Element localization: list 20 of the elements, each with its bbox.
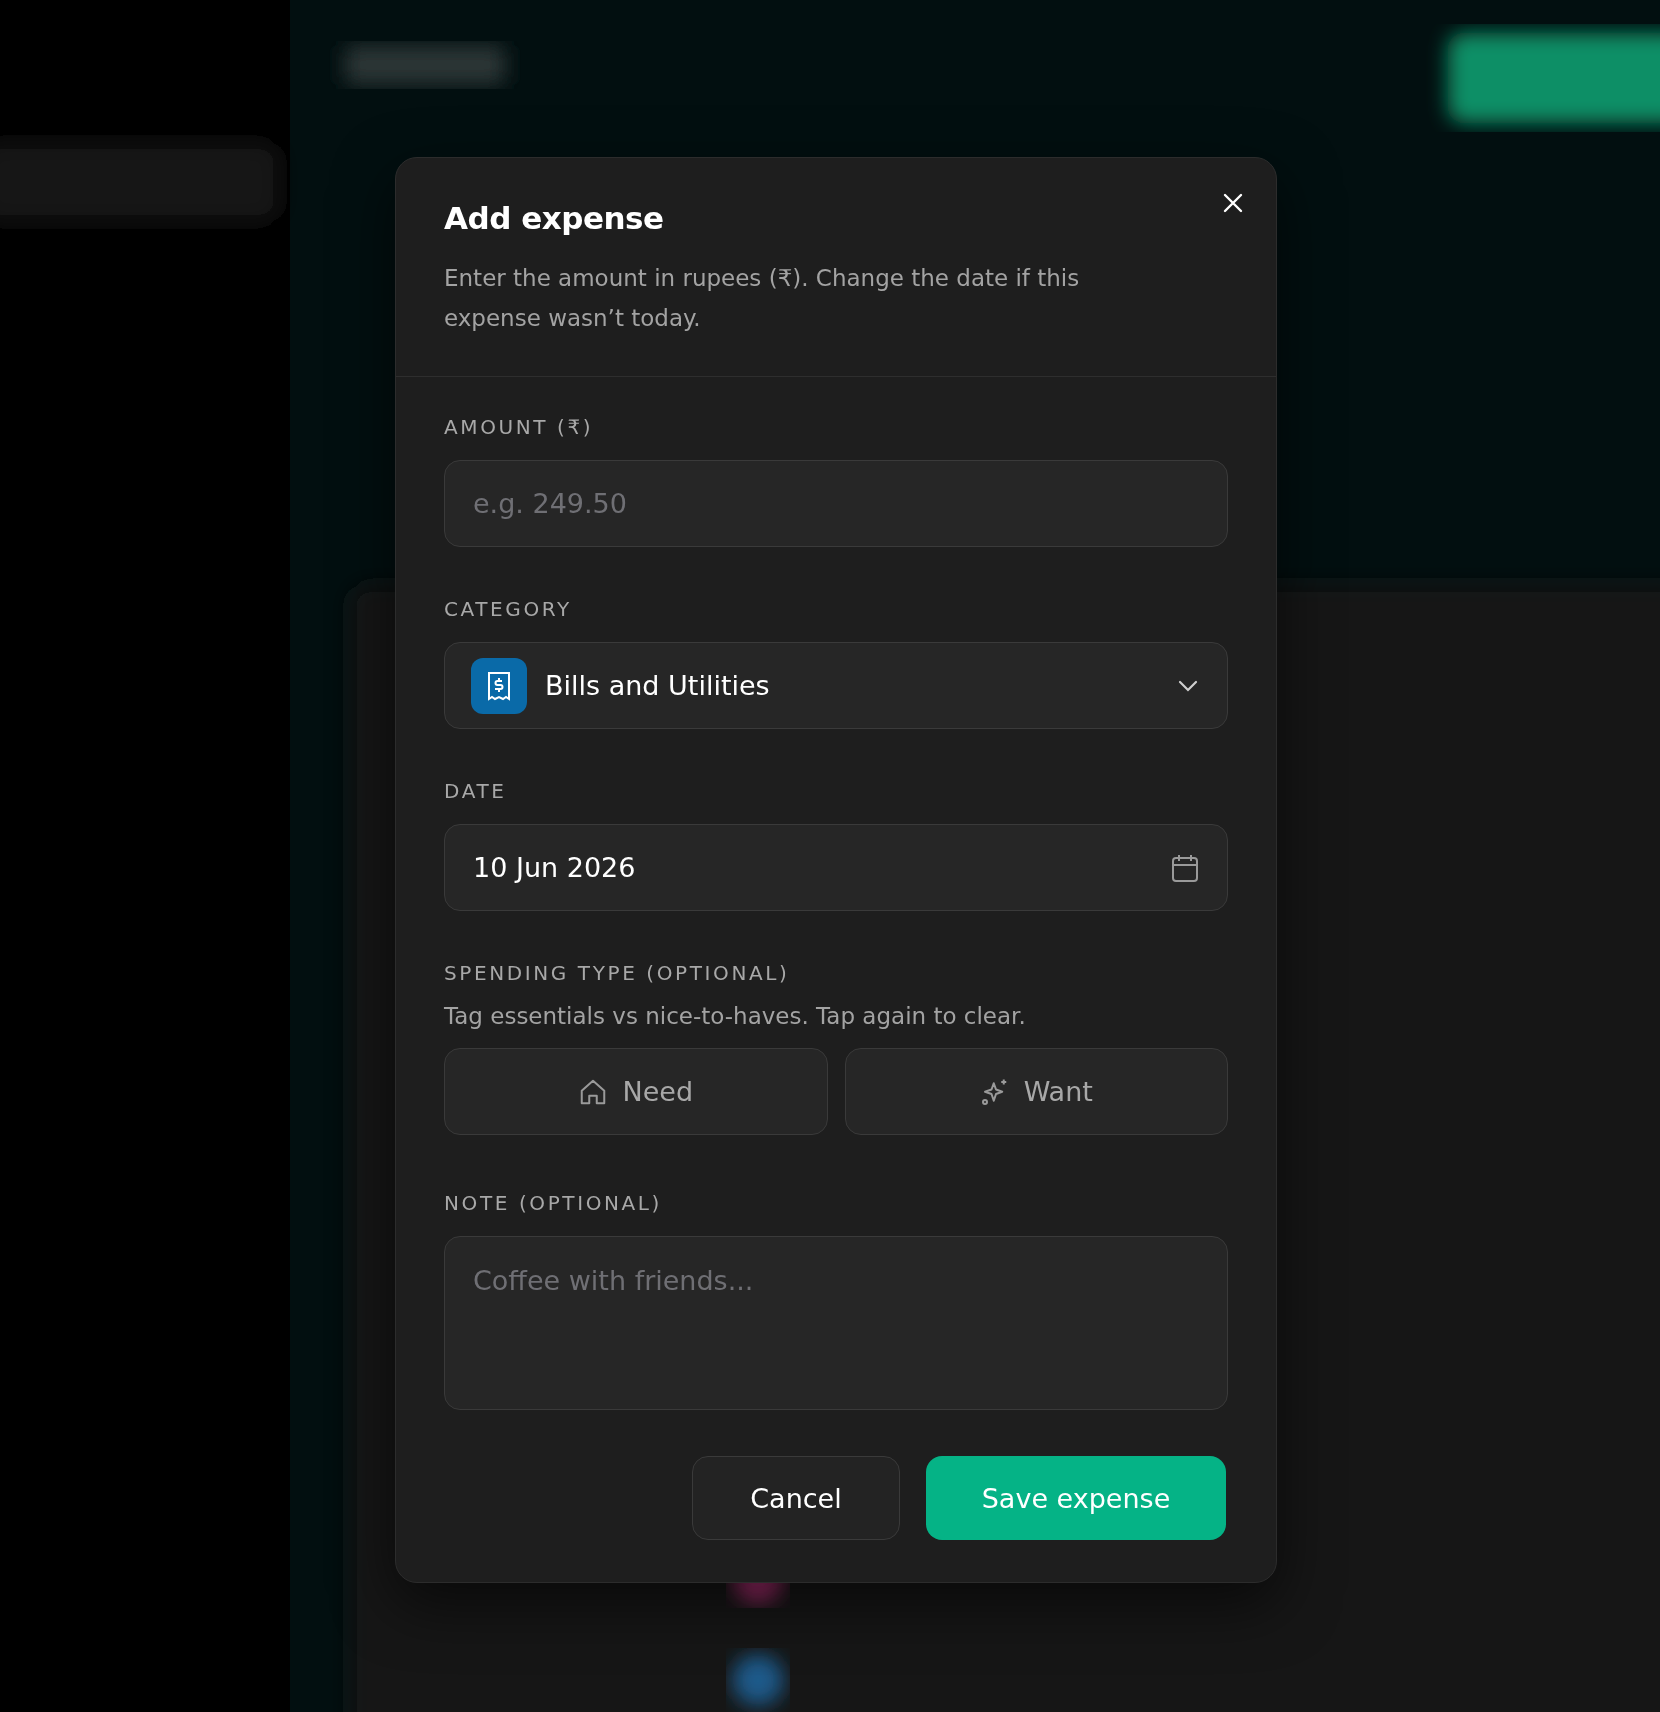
field-label: DATE — [444, 778, 508, 805]
note-field[interactable]: Coffee with friends... — [444, 1236, 1228, 1410]
dialog-title: Add expense — [444, 199, 665, 238]
amount-field[interactable]: e.g. 249.50 — [444, 460, 1228, 547]
spending-type-toggle[interactable]: Need — [444, 1048, 828, 1135]
field-label: NOTE (OPTIONAL) — [444, 1190, 663, 1217]
add-button[interactable] — [1448, 33, 1660, 123]
field-label: AMOUNT (₹) — [444, 414, 595, 441]
cancel-button[interactable]: Cancel — [692, 1456, 900, 1540]
spending-type-toggle[interactable]: Want — [844, 1048, 1228, 1135]
calendar-icon — [1171, 852, 1199, 883]
field-label: CATEGORY — [444, 596, 573, 623]
date-field[interactable]: 10 Jun 2026 — [444, 824, 1228, 911]
close-icon — [1222, 192, 1244, 214]
category-select[interactable]: Bills and Utilities — [444, 642, 1228, 729]
chevron-down-icon — [1177, 678, 1199, 693]
dialog-description: Enter the amount in rupees (₹). Change the date if this expense wasn’t today. — [444, 264, 1081, 333]
hint-text: Tag essentials vs nice-to-haves. Tap again to clear. — [444, 1002, 1027, 1031]
field-label: SPENDING TYPE (OPTIONAL) — [444, 960, 791, 987]
category-avatar — [732, 1654, 784, 1706]
